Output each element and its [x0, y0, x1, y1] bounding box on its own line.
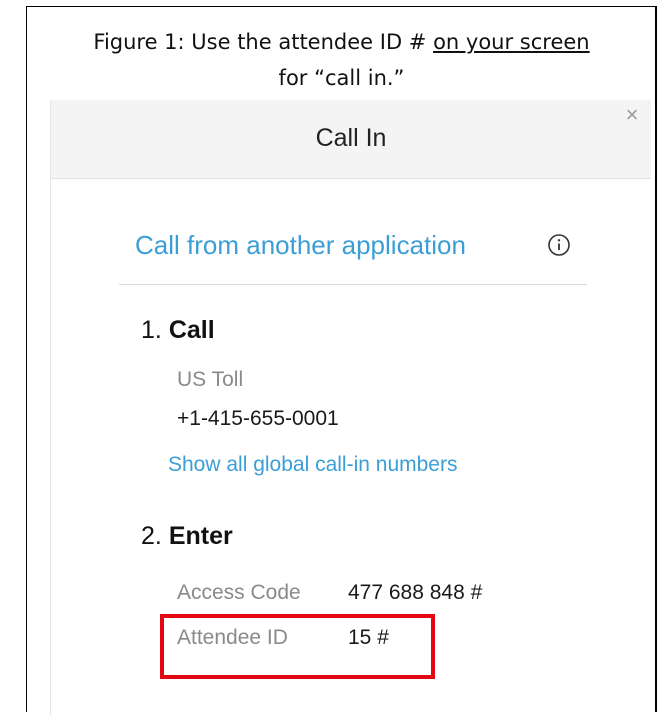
- show-global-numbers-link[interactable]: Show all global call-in numbers: [168, 453, 457, 477]
- step-number: 2.: [141, 522, 162, 550]
- attendee-id-highlight-box: [160, 614, 435, 679]
- caption-text: Figure 1: Use the attendee ID #: [93, 30, 434, 54]
- step-enter-heading: 2. Enter: [141, 522, 233, 551]
- divider: [119, 284, 587, 285]
- step-label: Call: [168, 316, 215, 344]
- dialog-header: Call In ×: [51, 100, 651, 179]
- dialog-title: Call In: [315, 124, 387, 152]
- step-call-heading: 1. Call: [141, 316, 215, 345]
- info-icon[interactable]: [547, 233, 571, 257]
- access-code-value: 477 688 848 #: [348, 581, 483, 604]
- toll-number: +1-415-655-0001: [177, 407, 339, 430]
- figure-caption-line1: Figure 1: Use the attendee ID # on your …: [26, 30, 657, 54]
- access-code-label: Access Code: [177, 581, 301, 604]
- call-from-another-application-link[interactable]: Call from another application: [135, 230, 466, 261]
- close-icon[interactable]: ×: [621, 104, 643, 126]
- step-number: 1.: [141, 316, 162, 344]
- toll-label: US Toll: [177, 368, 244, 391]
- figure-caption-line2: for “call in.”: [278, 66, 405, 90]
- caption-underlined-text: on your screen: [433, 30, 590, 54]
- step-label: Enter: [168, 522, 233, 550]
